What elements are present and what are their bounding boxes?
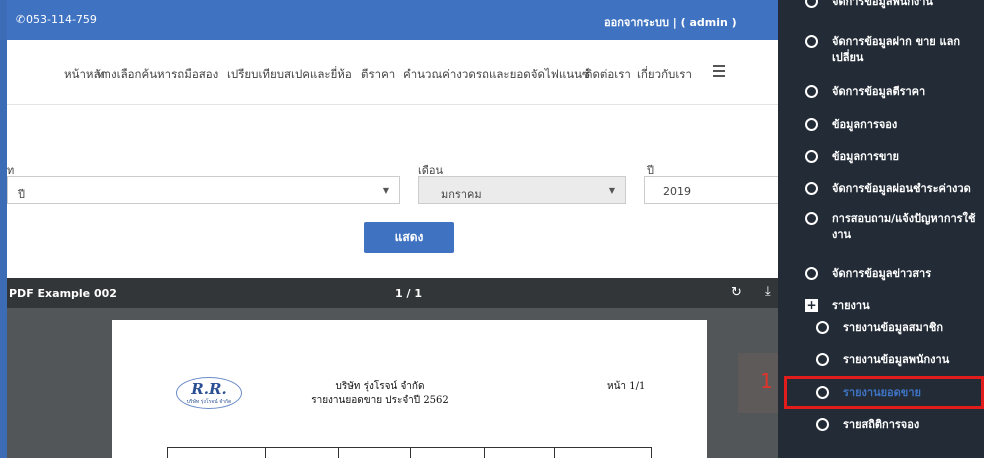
- circle-icon: [816, 321, 829, 334]
- main-nav: หน้าหลัก ทางเลือกค้นหารถมือสอง เปรียบเที…: [7, 40, 778, 105]
- sidebar-item-appraisal[interactable]: จัดการข้อมูลตีราคา: [805, 84, 984, 100]
- month-select-value: มกราคม: [441, 188, 482, 201]
- sidebar-item-consignment[interactable]: จัดการข้อมูลฝาก ขาย แลก เปลี่ยน: [805, 34, 984, 66]
- circle-icon: [805, 35, 818, 48]
- type-select[interactable]: ปี ▼: [7, 176, 400, 204]
- highlight-box: [784, 376, 984, 409]
- sidebar-item-reports[interactable]: + รายงาน: [805, 298, 984, 314]
- show-button[interactable]: แสดง: [364, 222, 454, 253]
- sidebar-subitem-employee-report[interactable]: รายงานข้อมูลพนักงาน: [816, 352, 984, 368]
- sidebar-item-news[interactable]: จัดการข้อมูลข่าวสาร: [805, 266, 984, 282]
- table-divider: [265, 447, 266, 458]
- month-select[interactable]: มกราคม ▼: [418, 176, 626, 204]
- pdf-toolbar: PDF Example 002 1 / 1 ↻ ⤓: [7, 278, 778, 308]
- page: ✆053-114-759 ออกจากระบบ | ( admin ) หน้า…: [0, 0, 984, 458]
- sidebar-item-employees[interactable]: จัดการข้อมูลพนักงาน: [805, 0, 984, 10]
- sidebar-item-inquiries[interactable]: การสอบถาม/แจ้งปัญหาการใช้งาน: [805, 211, 984, 243]
- phone-number: ✆053-114-759: [16, 13, 97, 26]
- table-divider: [554, 447, 555, 458]
- table-divider: [410, 447, 411, 458]
- circle-icon: [805, 150, 818, 163]
- logout-link[interactable]: ออกจากระบบ | ( admin ): [604, 13, 737, 31]
- chevron-down-icon: ▼: [382, 186, 389, 195]
- year-input[interactable]: 2019: [644, 176, 778, 204]
- circle-icon: [805, 182, 818, 195]
- nav-compare-specs[interactable]: เปรียบเทียบสเปคและยี่ห้อ: [227, 66, 352, 84]
- pdf-title: PDF Example 002: [9, 287, 117, 300]
- circle-icon: [816, 353, 829, 366]
- left-edge: [0, 0, 7, 458]
- nav-finance-calculator[interactable]: คำนวณค่างวดรถและยอดจัดไฟแนนซ์: [403, 66, 590, 84]
- sidebar-item-installments[interactable]: จัดการข้อมูลผ่อนชำระค่างวด: [805, 181, 984, 197]
- download-icon[interactable]: ⤓: [765, 284, 771, 299]
- plus-icon: +: [805, 298, 818, 312]
- company-logo: R.R. บริษัท รุ่งโรจน์ จำกัด: [176, 377, 242, 409]
- phone-text: 053-114-759: [26, 13, 97, 26]
- nav-appraisal[interactable]: ตีราคา: [361, 66, 395, 84]
- menu-icon[interactable]: [713, 62, 725, 80]
- nav-about[interactable]: เกี่ยวกับเรา: [637, 66, 692, 84]
- rotate-icon[interactable]: ↻: [731, 285, 742, 300]
- report-title: รายงานยอดขาย ประจำปี 2562: [311, 395, 449, 406]
- sidebar-item-sales[interactable]: ข้อมูลการขาย: [805, 149, 984, 165]
- page-number: หน้า 1/1: [607, 381, 646, 392]
- table-divider: [338, 447, 339, 458]
- sidebar-subitem-booking-stats[interactable]: รายสถิติการจอง: [816, 417, 984, 433]
- table-top-border: [167, 447, 651, 448]
- step-number-annotation: 1: [738, 353, 778, 413]
- nav-search-used-cars[interactable]: ทางเลือกค้นหารถมือสอง: [97, 66, 218, 84]
- chevron-down-icon: ▼: [608, 186, 615, 195]
- circle-icon: [805, 212, 818, 225]
- circle-icon: [805, 85, 818, 98]
- year-input-value: 2019: [663, 185, 691, 198]
- table-divider: [484, 447, 485, 458]
- phone-icon: ✆: [16, 13, 26, 26]
- sidebar-subitem-member-report[interactable]: รายงานข้อมูลสมาชิก: [816, 320, 984, 336]
- table-divider: [651, 447, 652, 458]
- circle-icon: [805, 267, 818, 280]
- company-name: บริษัท รุ่งโรจน์ จำกัด: [335, 381, 425, 392]
- type-select-value: ปี: [18, 188, 25, 201]
- circle-icon: [805, 118, 818, 131]
- top-bar: ✆053-114-759 ออกจากระบบ | ( admin ): [7, 0, 778, 40]
- circle-icon: [816, 418, 829, 431]
- pdf-page-count: 1 / 1: [395, 287, 422, 300]
- nav-contact[interactable]: ติดต่อเรา: [585, 66, 631, 84]
- sidebar-item-bookings[interactable]: ข้อมูลการจอง: [805, 117, 984, 133]
- table-divider: [167, 447, 168, 458]
